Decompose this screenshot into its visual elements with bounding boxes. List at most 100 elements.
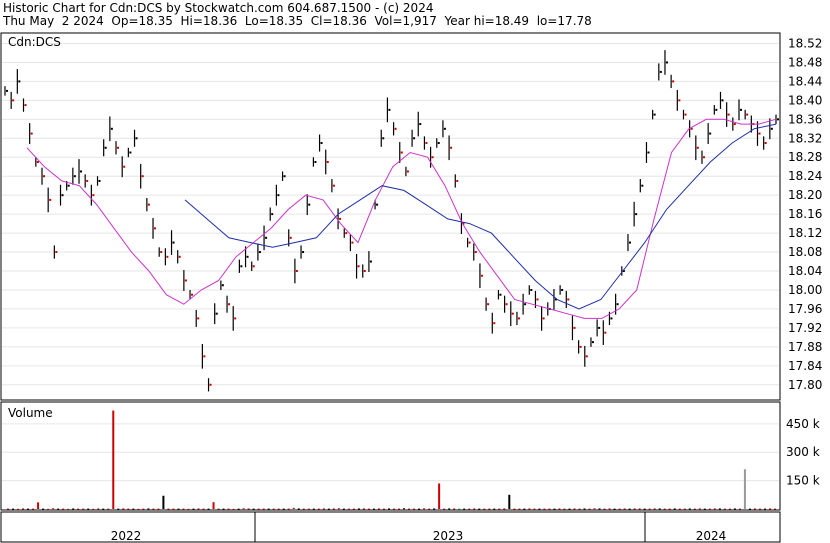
volume-bar — [768, 508, 771, 510]
close-mark — [6, 89, 8, 92]
close-mark — [147, 203, 150, 206]
close-mark — [499, 293, 502, 296]
close-mark — [585, 355, 588, 358]
price-volume-chart: 18.52 18.48 18.44 18.40 18.36 18.32 18.28 18.24… — [0, 32, 822, 543]
volume-bar — [182, 508, 185, 510]
close-mark — [18, 80, 21, 83]
volume-bar — [623, 508, 626, 510]
close-mark — [573, 326, 576, 329]
volume-bar — [62, 508, 65, 510]
volume-tick-label: 450 k — [786, 417, 820, 431]
volume-bar — [618, 508, 621, 510]
volume-bar — [758, 508, 761, 510]
close-mark — [647, 151, 650, 154]
volume-bar — [367, 508, 370, 510]
volume-bar — [473, 508, 476, 510]
close-mark — [567, 298, 570, 301]
volume-bar — [753, 508, 756, 510]
close-mark — [191, 293, 194, 296]
close-mark — [166, 255, 169, 258]
volume-bar — [342, 508, 345, 510]
price-tick-label: 18.16 — [788, 207, 822, 221]
close-mark — [456, 179, 459, 182]
volume-bar — [357, 508, 360, 510]
volume-bar — [282, 508, 285, 510]
volume-bar — [418, 508, 421, 510]
close-mark — [739, 108, 742, 111]
volume-bar — [438, 483, 441, 509]
volume-bar — [568, 508, 571, 510]
close-mark — [295, 270, 298, 273]
volume-bar — [603, 508, 606, 510]
volume-bar — [678, 508, 681, 510]
volume-bar — [733, 508, 736, 510]
close-mark — [252, 265, 255, 268]
volume-bar — [207, 508, 210, 510]
volume-tick-label: 300 k — [786, 445, 820, 459]
close-mark — [413, 137, 416, 140]
close-mark — [561, 288, 564, 291]
volume-bar — [372, 508, 375, 510]
volume-bar — [277, 508, 280, 510]
volume-bar — [32, 508, 35, 510]
close-mark — [437, 142, 440, 145]
close-mark — [579, 345, 582, 348]
volume-bar — [27, 508, 30, 510]
close-mark — [542, 317, 545, 320]
volume-axis: 450 k 300 k 150 k — [786, 417, 820, 488]
close-mark — [265, 236, 268, 239]
close-mark — [474, 251, 477, 254]
close-mark — [672, 80, 675, 83]
volume-bar — [703, 508, 706, 510]
volume-bar — [413, 508, 416, 510]
close-mark — [98, 179, 101, 182]
close-mark — [277, 194, 280, 197]
volume-bar — [658, 508, 661, 510]
volume-bar — [172, 508, 175, 510]
volume-bar — [112, 410, 115, 509]
close-mark — [369, 260, 372, 263]
volume-bar — [643, 508, 646, 510]
close-mark — [302, 251, 305, 254]
volume-bar — [162, 495, 165, 509]
volume-bar — [393, 508, 396, 510]
close-mark — [92, 194, 95, 197]
close-mark — [524, 303, 527, 306]
volume-bar — [82, 508, 85, 510]
volume-bar — [332, 508, 335, 510]
close-mark — [123, 165, 126, 168]
close-mark — [641, 184, 644, 187]
close-mark — [487, 303, 490, 306]
year-label: 2022 — [111, 529, 142, 543]
close-mark — [73, 175, 76, 178]
volume-bar — [668, 508, 671, 510]
volume-bar — [67, 508, 70, 510]
close-mark — [110, 127, 113, 130]
volume-bar — [97, 508, 100, 510]
volume-bar — [763, 508, 766, 510]
volume-bar — [387, 508, 390, 510]
volume-bar — [202, 508, 205, 510]
close-mark — [67, 184, 70, 187]
price-tick-label: 17.96 — [788, 302, 822, 316]
volume-bar — [433, 508, 436, 510]
close-mark — [721, 99, 724, 102]
price-tick-label: 18.32 — [788, 131, 822, 145]
volume-bar — [673, 508, 676, 510]
volume-bar — [403, 508, 406, 510]
volume-bar — [177, 508, 180, 510]
volume-bar — [408, 508, 411, 510]
close-mark — [468, 241, 471, 244]
volume-bar — [242, 508, 245, 510]
close-mark — [160, 251, 163, 254]
close-mark — [289, 236, 292, 239]
close-mark — [425, 142, 428, 145]
volume-bar — [122, 508, 125, 510]
volume-bar — [147, 508, 150, 510]
close-mark — [240, 265, 243, 268]
close-mark — [733, 123, 736, 126]
close-mark — [598, 326, 601, 329]
volume-bar — [518, 508, 521, 510]
volume-bar — [543, 508, 546, 510]
close-mark — [357, 265, 360, 268]
